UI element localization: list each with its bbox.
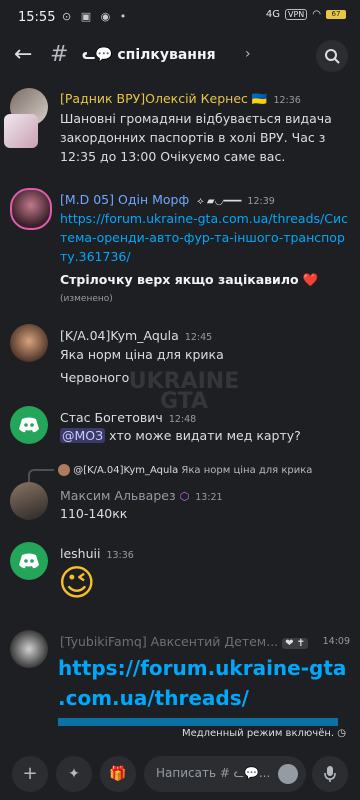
author-name[interactable]: Стас Богетович [60, 410, 163, 425]
reply-avatar [58, 464, 70, 476]
message[interactable]: leshuii 13:36 😉 [0, 540, 360, 620]
reply-author[interactable]: @[K/A.04]Kym_Aqula [73, 465, 178, 476]
channel-header: ← # ᓚ💬 спілкування › [0, 34, 360, 80]
apps-button[interactable]: ✦ [56, 756, 92, 792]
add-button[interactable]: + [12, 756, 48, 792]
message-time: 12:45 [184, 332, 213, 343]
message-time: 12:39 [247, 196, 275, 207]
status-time: 15:55 [18, 10, 56, 25]
microphone-button[interactable] [312, 756, 348, 792]
reply-line [28, 469, 54, 483]
status-right: 4G VPN ◠ 67 [266, 9, 346, 20]
clock-icon: ◷ [337, 728, 346, 739]
message[interactable]: [TyubikiFamq] Авксентий Детем... ❤ ✝ 14:… [0, 628, 360, 726]
role-tag: ⟡ ▰◡━━━ [197, 196, 242, 207]
wifi-icon: ◠ [312, 9, 321, 20]
gift-button[interactable]: 🎁 [100, 756, 136, 792]
input-placeholder: Написать # ᓚ💬... [156, 766, 271, 780]
message-text: Шановні громадяни відбувається видача за… [60, 111, 332, 164]
message-link[interactable]: https://forum.ukraine-gta.com.ua/threads… [60, 209, 352, 266]
role-mention[interactable]: @МОЗ [60, 428, 106, 443]
message-input[interactable]: Написать # ᓚ💬... [144, 756, 306, 792]
message-author[interactable]: [Радник ВРУ]Олексій Кернес 🇺🇦 12:36 [60, 91, 301, 107]
avatar[interactable] [10, 188, 52, 230]
message-text: @МОЗ хто може видати мед карту? [60, 426, 352, 445]
channel-name[interactable]: ᓚ💬 спілкування [82, 47, 216, 63]
message-author[interactable]: Стас Богетович 12:48 [60, 410, 196, 425]
avatar[interactable] [10, 406, 48, 444]
message-author[interactable]: [K/A.04]Kym_Aqula 12:45 [60, 328, 212, 343]
nitro-badge-icon: ⬡ [179, 490, 190, 503]
message-time: 12:36 [273, 95, 301, 106]
message-link-cutoff [58, 718, 338, 726]
message[interactable]: @[K/A.04]Kym_Aqula Яка норм ціна для кри… [0, 460, 360, 532]
message-author[interactable]: [M.D 05] Одін Морф ⟡ ▰◡━━━ 12:39 [60, 192, 275, 207]
avatar[interactable] [10, 630, 48, 668]
author-name[interactable]: [TyubikiFamq] Авксентий Детем... [60, 634, 278, 649]
avatar[interactable] [10, 324, 48, 362]
microphone-icon [324, 766, 336, 782]
avatar-overlay [4, 114, 38, 148]
status-bar: 15:55 ⊙ ▣ ◉ • 4G VPN ◠ 67 [0, 0, 360, 34]
discord-logo-icon [19, 553, 39, 569]
message-author[interactable]: leshuii 13:36 [60, 546, 134, 561]
message-link[interactable]: .com.ua/threads/ [58, 686, 249, 710]
network-indicator: 4G [265, 9, 280, 20]
message-time: 13:21 [195, 492, 223, 503]
chevron-right-icon[interactable]: › [245, 46, 251, 62]
message-text: Яка норм ціна для крика [60, 347, 224, 362]
slowmode-notice: Медленный режим включён. ◷ [181, 728, 346, 739]
author-name[interactable]: [K/A.04]Kym_Aqula [60, 328, 179, 343]
emoji-icon[interactable] [278, 764, 298, 784]
author-name[interactable]: [M.D 05] Одін Морф [60, 192, 189, 207]
discord-logo-icon [19, 417, 39, 433]
author-name[interactable]: Максим Альварез [60, 488, 176, 503]
message[interactable]: [Радник ВРУ]Олексій Кернес 🇺🇦 12:36 Шанов… [0, 84, 360, 176]
message-link[interactable]: https://forum.ukraine-gta [58, 656, 346, 680]
message-time: 13:36 [106, 550, 134, 561]
author-name[interactable]: [Радник ВРУ]Олексій Кернес 🇺🇦 [60, 91, 267, 106]
winking-face-emoji: 😉 [58, 563, 96, 604]
message[interactable]: [M.D 05] Одін Морф ⟡ ▰◡━━━ 12:39 https://… [0, 186, 360, 316]
message-text: 110-140кк [60, 506, 128, 521]
message-text: Стрілочку верх якщо зацікавило ❤️ [60, 272, 319, 287]
search-icon [325, 49, 340, 64]
message-author[interactable]: [TyubikiFamq] Авксентий Детем... ❤ ✝ 14:… [60, 634, 350, 649]
message-body: хто може видати мед карту? [109, 428, 301, 443]
reply-text: Яка норм ціна для крика [181, 465, 313, 476]
message-author[interactable]: Максим Альварез ⬡ 13:21 [60, 488, 223, 503]
search-button[interactable] [316, 40, 348, 72]
message-input-bar: + ✦ 🎁 Написать # ᓚ💬... [0, 748, 360, 800]
message[interactable]: Стас Богетович 12:48 @МОЗ хто може видати… [0, 404, 360, 460]
message-time: 14:09 [322, 636, 350, 647]
vpn-badge: VPN [284, 9, 308, 20]
role-badge-icon: ❤ ✝ [282, 638, 309, 649]
avatar[interactable] [10, 542, 48, 580]
notification-icons: ⊙ ▣ ◉ • [62, 10, 130, 23]
message-time: 12:48 [168, 414, 197, 425]
reply-preview[interactable]: @[K/A.04]Kym_Aqula Яка норм ціна для кри… [58, 464, 312, 476]
edited-label: (изменено) [60, 294, 113, 304]
battery-icon: 67 [326, 10, 346, 19]
avatar[interactable] [10, 482, 48, 520]
hash-icon: # [50, 42, 69, 67]
back-arrow-icon[interactable]: ← [14, 42, 32, 67]
author-name[interactable]: leshuii [60, 546, 100, 561]
